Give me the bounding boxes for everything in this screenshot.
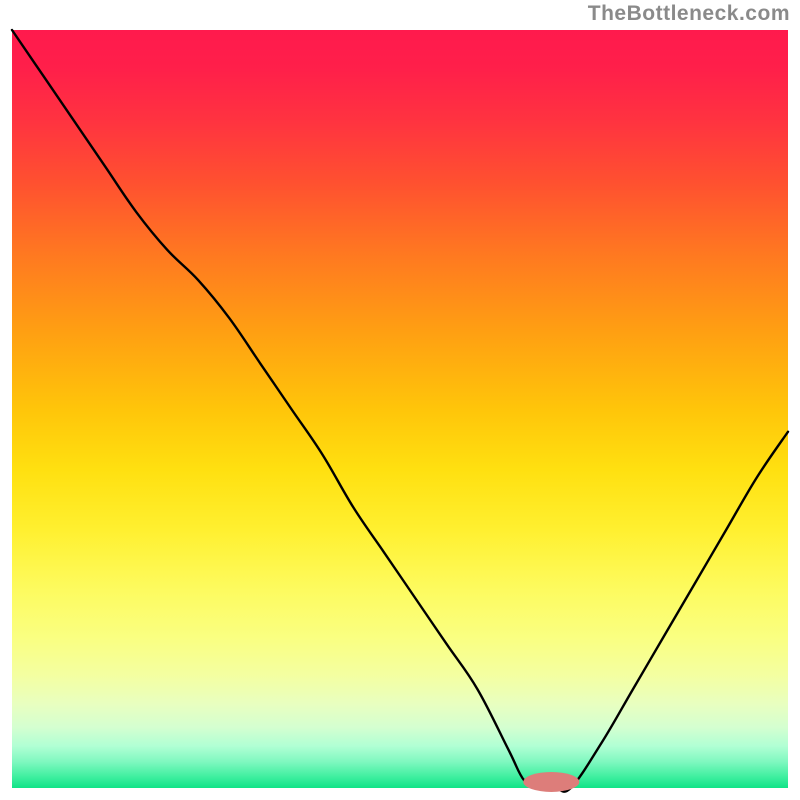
bottleneck-plot <box>0 0 800 800</box>
gradient-background <box>12 30 788 788</box>
chart-stage: TheBottleneck.com <box>0 0 800 800</box>
optimal-marker <box>523 772 579 792</box>
